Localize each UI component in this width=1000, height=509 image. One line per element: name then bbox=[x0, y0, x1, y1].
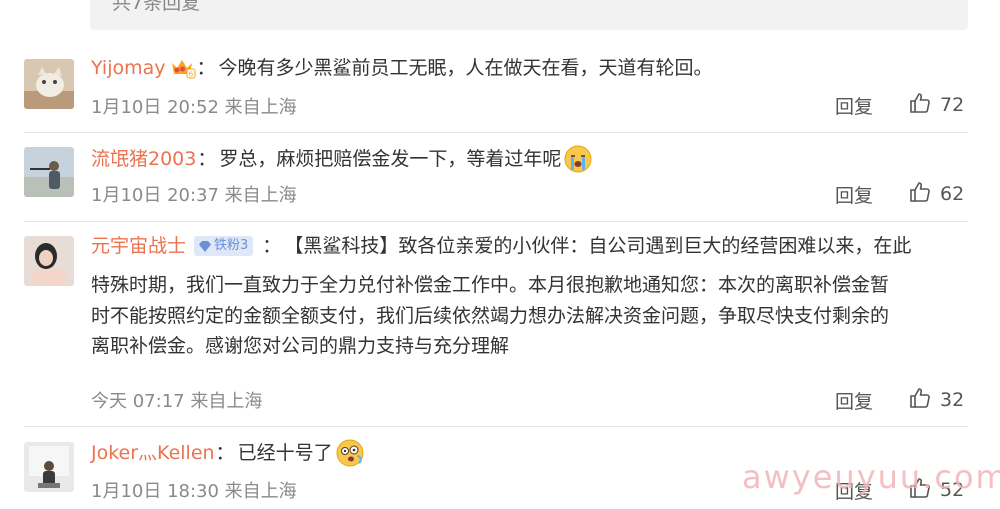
avatar[interactable] bbox=[24, 59, 74, 109]
colon: ： bbox=[262, 235, 282, 257]
diamond-icon bbox=[199, 240, 212, 252]
comment-text: 罗总，麻烦把赔偿金发一下，等着过年呢 bbox=[219, 148, 562, 170]
comment-meta: 1月10日 20:52 来自上海 bbox=[91, 97, 297, 118]
like-count: 72 bbox=[940, 94, 965, 116]
fan-badge[interactable]: 铁粉3 bbox=[194, 236, 254, 256]
comment-text-line: 【黑鲨科技】致各位亲爱的小伙伴：自公司遇到巨大的经营困难以来，在此 bbox=[284, 235, 912, 257]
comment-text-line: 时不能按照约定的金额全额支付，我们后续依然竭力想办法解决资金问题，争取尽快支付剩… bbox=[91, 304, 890, 327]
username[interactable]: Joker灬Kellen bbox=[91, 439, 215, 467]
like-button[interactable]: 62 bbox=[908, 180, 964, 208]
reply-count-link[interactable]: 共7条回复 bbox=[112, 0, 200, 15]
comment-text-line: 离职补偿金。感谢您对公司的鼎力支持与充分理解 bbox=[91, 335, 510, 357]
comment-text: 已经十号了 bbox=[237, 442, 333, 464]
like-count: 62 bbox=[940, 183, 965, 205]
comment-meta: 1月10日 20:37 来自上海 bbox=[91, 185, 297, 206]
like-button[interactable]: 32 bbox=[908, 386, 964, 414]
reply-button[interactable]: 回复 bbox=[835, 181, 873, 208]
comment-meta: 今天 07:17 来自上海 bbox=[91, 391, 263, 412]
fan-badge-label: 铁粉3 bbox=[214, 238, 249, 253]
watermark-text: awyeuyuu.com bbox=[742, 458, 1000, 496]
colon: ： bbox=[196, 57, 216, 79]
reply-button[interactable]: 回复 bbox=[835, 387, 873, 414]
username[interactable]: 流氓猪2003 bbox=[91, 145, 196, 173]
comment-text-body: 特殊时期，我们一直致力于全力兑付补偿金工作中。本月很抱歉地通知您：本次的离职补偿… bbox=[91, 270, 971, 362]
colon: ： bbox=[215, 442, 235, 464]
avatar[interactable] bbox=[24, 442, 74, 492]
crying-emoji-icon bbox=[563, 144, 593, 174]
vip-crown-icon[interactable]: 6 bbox=[170, 57, 196, 79]
username[interactable]: Yijomay bbox=[91, 54, 166, 82]
username[interactable]: 元宇宙战士 bbox=[91, 232, 186, 260]
like-count: 32 bbox=[940, 389, 965, 411]
divider bbox=[24, 426, 968, 427]
svg-text:6: 6 bbox=[188, 71, 193, 79]
avatar[interactable] bbox=[24, 147, 74, 197]
thumbs-up-icon bbox=[908, 386, 932, 414]
avatar[interactable] bbox=[24, 236, 74, 286]
divider bbox=[24, 221, 968, 222]
thumbs-up-icon bbox=[908, 180, 932, 208]
collapsed-replies-box[interactable]: 共7条回复 bbox=[90, 0, 968, 30]
colon: ： bbox=[197, 148, 217, 170]
thumbs-up-icon bbox=[908, 91, 932, 119]
shocked-emoji-icon bbox=[335, 438, 365, 468]
comment-text-line: 特殊时期，我们一直致力于全力兑付补偿金工作中。本月很抱歉地通知您：本次的离职补偿… bbox=[91, 274, 890, 296]
divider bbox=[24, 132, 968, 133]
comment-meta: 1月10日 18:30 来自上海 bbox=[91, 481, 297, 502]
like-button[interactable]: 72 bbox=[908, 91, 964, 119]
reply-button[interactable]: 回复 bbox=[835, 92, 873, 119]
comment-text: 今晚有多少黑鲨前员工无眠，人在做天在看，天道有轮回。 bbox=[218, 57, 713, 79]
